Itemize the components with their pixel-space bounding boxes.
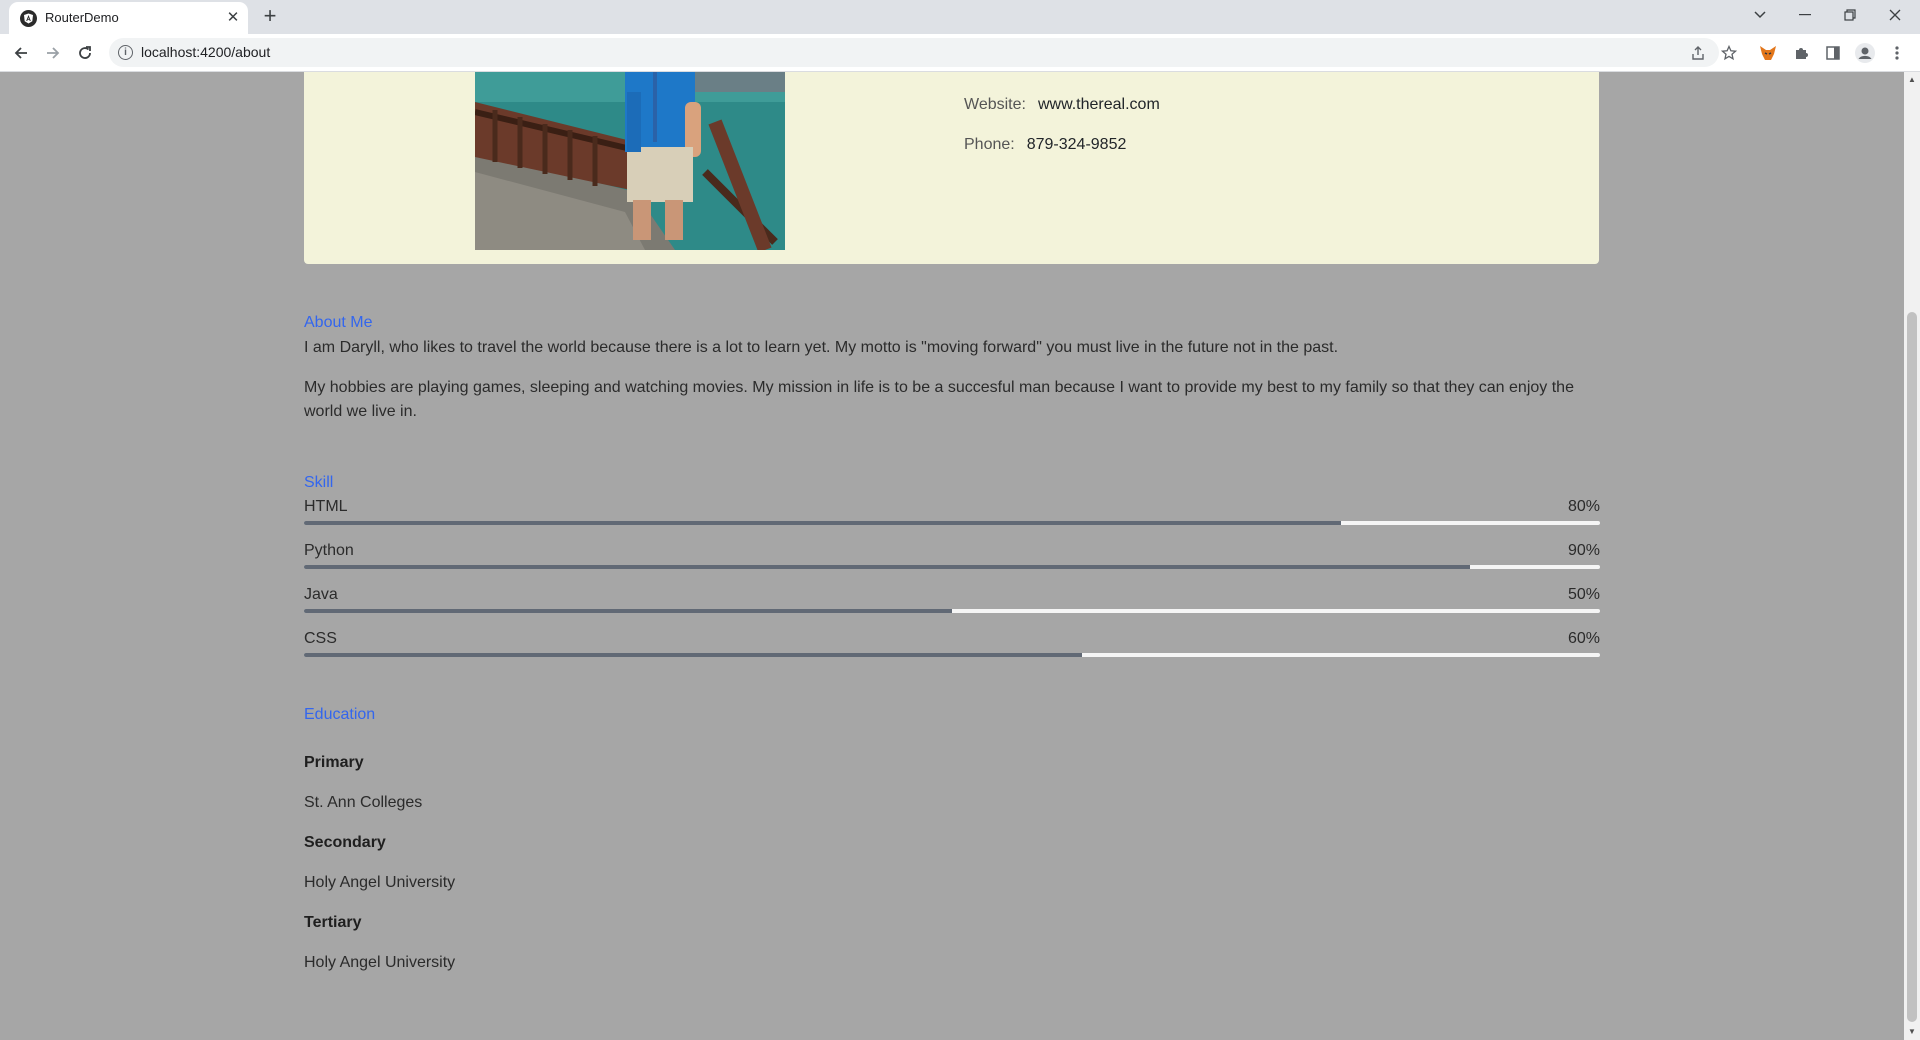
profile-photo bbox=[475, 72, 785, 250]
bookmark-star-icon[interactable] bbox=[1717, 41, 1741, 65]
skill-progress-bar bbox=[304, 521, 1600, 525]
phone-value: 879-324-9852 bbox=[1026, 136, 1127, 153]
skill-percent: 90% bbox=[1567, 542, 1600, 559]
forward-button[interactable] bbox=[40, 40, 66, 66]
angular-icon bbox=[20, 10, 37, 27]
education-school: Holy Angel University bbox=[304, 874, 456, 891]
back-button[interactable] bbox=[8, 40, 34, 66]
reload-button[interactable] bbox=[72, 40, 98, 66]
skill-name: Java bbox=[304, 586, 338, 603]
restore-button[interactable] bbox=[1830, 2, 1870, 28]
browser-tab[interactable]: RouterDemo ✕ bbox=[9, 2, 248, 34]
scrollbar-thumb[interactable] bbox=[1907, 312, 1917, 1022]
minimize-button[interactable] bbox=[1785, 2, 1825, 28]
skill-percent: 60% bbox=[1567, 630, 1600, 647]
about-paragraph-2: My hobbies are playing games, sleeping a… bbox=[304, 379, 1574, 420]
page-scrollbar[interactable]: ▲ ▼ bbox=[1904, 72, 1920, 1040]
tab-strip: RouterDemo ✕ + bbox=[0, 0, 1920, 34]
close-window-button[interactable] bbox=[1875, 2, 1915, 28]
education-level: Tertiary bbox=[304, 914, 362, 931]
skill-name: CSS bbox=[304, 630, 337, 647]
education-school: St. Ann Colleges bbox=[304, 794, 423, 811]
education-school: Holy Angel University bbox=[304, 954, 456, 971]
url-text: localhost:4200/about bbox=[141, 44, 271, 60]
skill-row: Python 90% bbox=[304, 542, 1600, 569]
skill-percent: 50% bbox=[1567, 586, 1600, 603]
site-info-icon[interactable]: i bbox=[118, 45, 133, 60]
profile-card: Website: www.thereal.com Phone: 879-324-98… bbox=[304, 72, 1599, 264]
metamask-fox-icon[interactable] bbox=[1756, 41, 1780, 65]
skill-title: Skill bbox=[304, 474, 334, 491]
skill-percent: 80% bbox=[1567, 498, 1600, 515]
education-level: Primary bbox=[304, 754, 364, 771]
address-bar[interactable]: i localhost:4200/about bbox=[109, 38, 1719, 67]
scroll-down-arrow-icon[interactable]: ▼ bbox=[1907, 1027, 1917, 1037]
skill-progress-fill bbox=[304, 521, 1341, 525]
skill-progress-fill bbox=[304, 653, 1082, 657]
skill-progress-fill bbox=[304, 609, 952, 613]
page-viewport: Website: www.thereal.com Phone: 879-324-98… bbox=[0, 72, 1904, 1040]
scroll-up-arrow-icon[interactable]: ▲ bbox=[1907, 75, 1917, 85]
profile-avatar-icon[interactable] bbox=[1853, 41, 1877, 65]
skill-row: Java 50% bbox=[304, 586, 1600, 613]
browser-toolbar: i localhost:4200/about bbox=[0, 34, 1920, 72]
skill-progress-bar bbox=[304, 609, 1600, 613]
skill-progress-bar bbox=[304, 653, 1600, 657]
extensions-puzzle-icon[interactable] bbox=[1789, 41, 1813, 65]
education-level: Secondary bbox=[304, 834, 386, 851]
phone-row: Phone: 879-324-9852 bbox=[964, 136, 1126, 154]
skill-row: CSS 60% bbox=[304, 630, 1600, 657]
about-paragraph-1: I am Daryll, who likes to travel the wor… bbox=[304, 339, 1339, 356]
website-value: www.thereal.com bbox=[1037, 96, 1160, 113]
browser-menu-icon[interactable] bbox=[1885, 41, 1909, 65]
skill-progress-bar bbox=[304, 565, 1600, 569]
share-icon[interactable] bbox=[1686, 41, 1710, 65]
about-title: About Me bbox=[304, 314, 373, 331]
skill-progress-fill bbox=[304, 565, 1471, 569]
education-title: Education bbox=[304, 706, 376, 723]
new-tab-button[interactable]: + bbox=[258, 5, 282, 29]
close-tab-icon[interactable]: ✕ bbox=[223, 8, 243, 28]
skill-row: HTML 80% bbox=[304, 498, 1600, 525]
website-row: Website: www.thereal.com bbox=[964, 96, 1160, 114]
side-panel-icon[interactable] bbox=[1821, 41, 1845, 65]
tab-search-button[interactable] bbox=[1740, 2, 1780, 28]
website-label: Website: bbox=[964, 96, 1026, 113]
skill-name: HTML bbox=[304, 498, 348, 515]
skill-name: Python bbox=[304, 542, 354, 559]
tab-title: RouterDemo bbox=[45, 10, 119, 25]
phone-label: Phone: bbox=[964, 136, 1015, 153]
